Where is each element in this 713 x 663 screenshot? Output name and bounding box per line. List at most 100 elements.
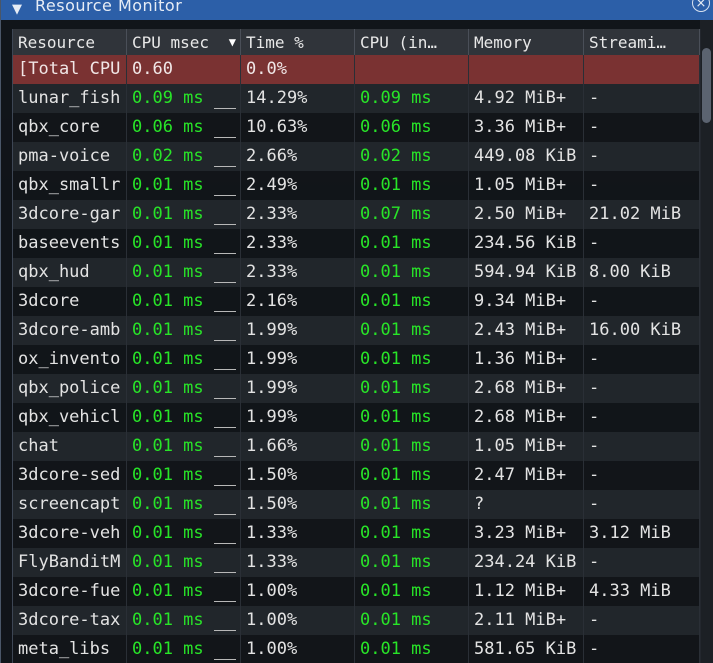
cell-memory: 594.94 KiB xyxy=(469,258,584,287)
scrollbar-track[interactable] xyxy=(700,20,713,663)
table-row[interactable]: meta_libs 0.01 ms 1.00% 0.01 ms 581.65 KiB - xyxy=(13,635,700,663)
cell-memory: 2.47 MiB+ xyxy=(469,461,584,490)
cpu-graph-bar xyxy=(214,282,236,283)
table-row-total[interactable]: [Total CPU 0.60 0.0% xyxy=(13,55,700,84)
cell-streaming: - xyxy=(584,606,700,635)
cell-memory: 2.50 MiB+ xyxy=(469,200,584,229)
cell-memory: 449.08 KiB xyxy=(469,142,584,171)
cpu-graph-bar xyxy=(214,137,236,138)
cell-memory: 1.12 MiB+ xyxy=(469,577,584,606)
cell-cpu-msec: 0.01 ms xyxy=(127,461,241,490)
column-header-time-pct[interactable]: Time % xyxy=(241,29,355,55)
collapse-arrow-icon[interactable]: ▼ xyxy=(12,0,22,19)
cell-cpu-in: 0.01 ms xyxy=(355,258,469,287)
cell-cpu-msec: 0.01 ms xyxy=(127,548,241,577)
cpu-graph-bar xyxy=(214,369,236,370)
cell-resource: 3dcore-tax xyxy=(13,606,127,635)
cpu-graph-bar xyxy=(214,166,236,167)
cpu-graph-bar xyxy=(214,311,236,312)
cell-resource: qbx_smallr xyxy=(13,171,127,200)
cell-streaming: - xyxy=(584,113,700,142)
table-row[interactable]: qbx_smallr 0.01 ms 2.49% 0.01 ms 1.05 MiB+ - xyxy=(13,171,700,200)
cell-cpu-msec: 0.01 ms xyxy=(127,432,241,461)
cell-memory: 2.11 MiB+ xyxy=(469,606,584,635)
cell-time-pct: 1.33% xyxy=(241,519,355,548)
table-row[interactable]: lunar_fish 0.09 ms 14.29% 0.09 ms 4.92 MiB+ - xyxy=(13,84,700,113)
cell-streaming: 16.00 KiB xyxy=(584,316,700,345)
close-icon[interactable]: × xyxy=(692,0,710,12)
table-row[interactable]: qbx_vehicl 0.01 ms 1.99% 0.01 ms 2.68 MiB+ - xyxy=(13,403,700,432)
resource-table: Resource CPU msec ▼ Time % CPU (in… Memo… xyxy=(12,29,701,663)
table-row[interactable]: 3dcore-gar 0.01 ms 2.33% 0.07 ms 2.50 MiB+ 21… xyxy=(13,200,700,229)
cell-resource: qbx_police xyxy=(13,374,127,403)
table-row[interactable]: qbx_core 0.06 ms 10.63% 0.06 ms 3.36 MiB+ - xyxy=(13,113,700,142)
cpu-graph-bar xyxy=(214,456,236,457)
column-header-memory[interactable]: Memory xyxy=(469,29,584,55)
cell-cpu-msec: 0.60 xyxy=(127,55,241,84)
column-header-streaming[interactable]: Streami… xyxy=(584,29,700,55)
cell-cpu-msec: 0.01 ms xyxy=(127,287,241,316)
window-titlebar[interactable]: ▼ Resource Monitor × xyxy=(1,0,713,20)
table-row[interactable]: qbx_police 0.01 ms 1.99% 0.01 ms 2.68 MiB+ - xyxy=(13,374,700,403)
cpu-graph-bar xyxy=(214,108,236,109)
cell-cpu-in: 0.01 ms xyxy=(355,345,469,374)
scrollbar-thumb[interactable] xyxy=(702,48,711,123)
cell-streaming: - xyxy=(584,84,700,113)
cell-cpu-msec: 0.02 ms xyxy=(127,142,241,171)
cell-memory: ? xyxy=(469,490,584,519)
cell-resource: qbx_vehicl xyxy=(13,403,127,432)
cell-memory: 2.68 MiB+ xyxy=(469,374,584,403)
table-row[interactable]: chat 0.01 ms 1.66% 0.01 ms 1.05 MiB+ - xyxy=(13,432,700,461)
cell-memory: 2.43 MiB+ xyxy=(469,316,584,345)
cell-resource: 3dcore-gar xyxy=(13,200,127,229)
cpu-graph-bar xyxy=(214,601,236,602)
cell-resource: screencapt xyxy=(13,490,127,519)
cell-resource: 3dcore xyxy=(13,287,127,316)
table-row[interactable]: pma-voice 0.02 ms 2.66% 0.02 ms 449.08 KiB - xyxy=(13,142,700,171)
cell-streaming: - xyxy=(584,432,700,461)
table-row[interactable]: 3dcore-fue 0.01 ms 1.00% 0.01 ms 1.12 MiB+ 4.… xyxy=(13,577,700,606)
cell-time-pct: 1.99% xyxy=(241,374,355,403)
cpu-graph-bar xyxy=(214,485,236,486)
table-row[interactable]: 3dcore-tax 0.01 ms 1.00% 0.01 ms 2.11 MiB+ - xyxy=(13,606,700,635)
column-header-resource[interactable]: Resource xyxy=(13,29,127,55)
column-header-cpu-msec[interactable]: CPU msec ▼ xyxy=(127,29,241,55)
cell-cpu-msec: 0.01 ms xyxy=(127,316,241,345)
cell-cpu-in: 0.01 ms xyxy=(355,374,469,403)
cell-streaming: - xyxy=(584,403,700,432)
cell-cpu-in: 0.01 ms xyxy=(355,171,469,200)
cell-time-pct: 1.66% xyxy=(241,432,355,461)
table-row[interactable]: 3dcore-veh 0.01 ms 1.33% 0.01 ms 3.23 MiB+ 3.… xyxy=(13,519,700,548)
cell-resource: qbx_hud xyxy=(13,258,127,287)
table-row[interactable]: qbx_hud 0.01 ms 2.33% 0.01 ms 594.94 KiB 8.00… xyxy=(13,258,700,287)
table-row[interactable]: FlyBanditM 0.01 ms 1.33% 0.01 ms 234.24 KiB - xyxy=(13,548,700,577)
resource-monitor-window: ▼ Resource Monitor × Resource CPU msec ▼… xyxy=(0,0,713,663)
cell-streaming: - xyxy=(584,229,700,258)
cell-streaming: - xyxy=(584,374,700,403)
table-row[interactable]: ox_invento 0.01 ms 1.99% 0.01 ms 1.36 MiB+ - xyxy=(13,345,700,374)
table-row[interactable]: baseevents 0.01 ms 2.33% 0.01 ms 234.56 KiB - xyxy=(13,229,700,258)
cell-cpu-msec: 0.01 ms xyxy=(127,345,241,374)
table-row[interactable]: 3dcore 0.01 ms 2.16% 0.01 ms 9.34 MiB+ - xyxy=(13,287,700,316)
table-row[interactable]: 3dcore-amb 0.01 ms 1.99% 0.01 ms 2.43 MiB+ 16… xyxy=(13,316,700,345)
table-row[interactable]: 3dcore-sed 0.01 ms 1.50% 0.01 ms 2.47 MiB+ - xyxy=(13,461,700,490)
cell-streaming: - xyxy=(584,142,700,171)
cell-cpu-msec: 0.01 ms xyxy=(127,635,241,663)
cell-cpu-in: 0.01 ms xyxy=(355,461,469,490)
cell-time-pct: 2.16% xyxy=(241,287,355,316)
table-row[interactable]: screencapt 0.01 ms 1.50% 0.01 ms? - xyxy=(13,490,700,519)
column-header-cpu-in[interactable]: CPU (in… xyxy=(355,29,469,55)
cell-cpu-msec: 0.01 ms xyxy=(127,374,241,403)
cell-time-pct: 1.50% xyxy=(241,490,355,519)
cell-memory xyxy=(469,55,584,84)
cell-cpu-msec: 0.09 ms xyxy=(127,84,241,113)
cell-cpu-in: 0.01 ms xyxy=(355,287,469,316)
cell-resource: 3dcore-fue xyxy=(13,577,127,606)
cell-memory: 1.36 MiB+ xyxy=(469,345,584,374)
cell-streaming: - xyxy=(584,490,700,519)
cell-cpu-in: 0.01 ms xyxy=(355,635,469,663)
cell-memory: 4.92 MiB+ xyxy=(469,84,584,113)
cell-streaming: 21.02 MiB xyxy=(584,200,700,229)
table-body: lunar_fish 0.09 ms 14.29% 0.09 ms 4.92 MiB+ -… xyxy=(13,84,700,663)
cell-resource: [Total CPU xyxy=(13,55,127,84)
